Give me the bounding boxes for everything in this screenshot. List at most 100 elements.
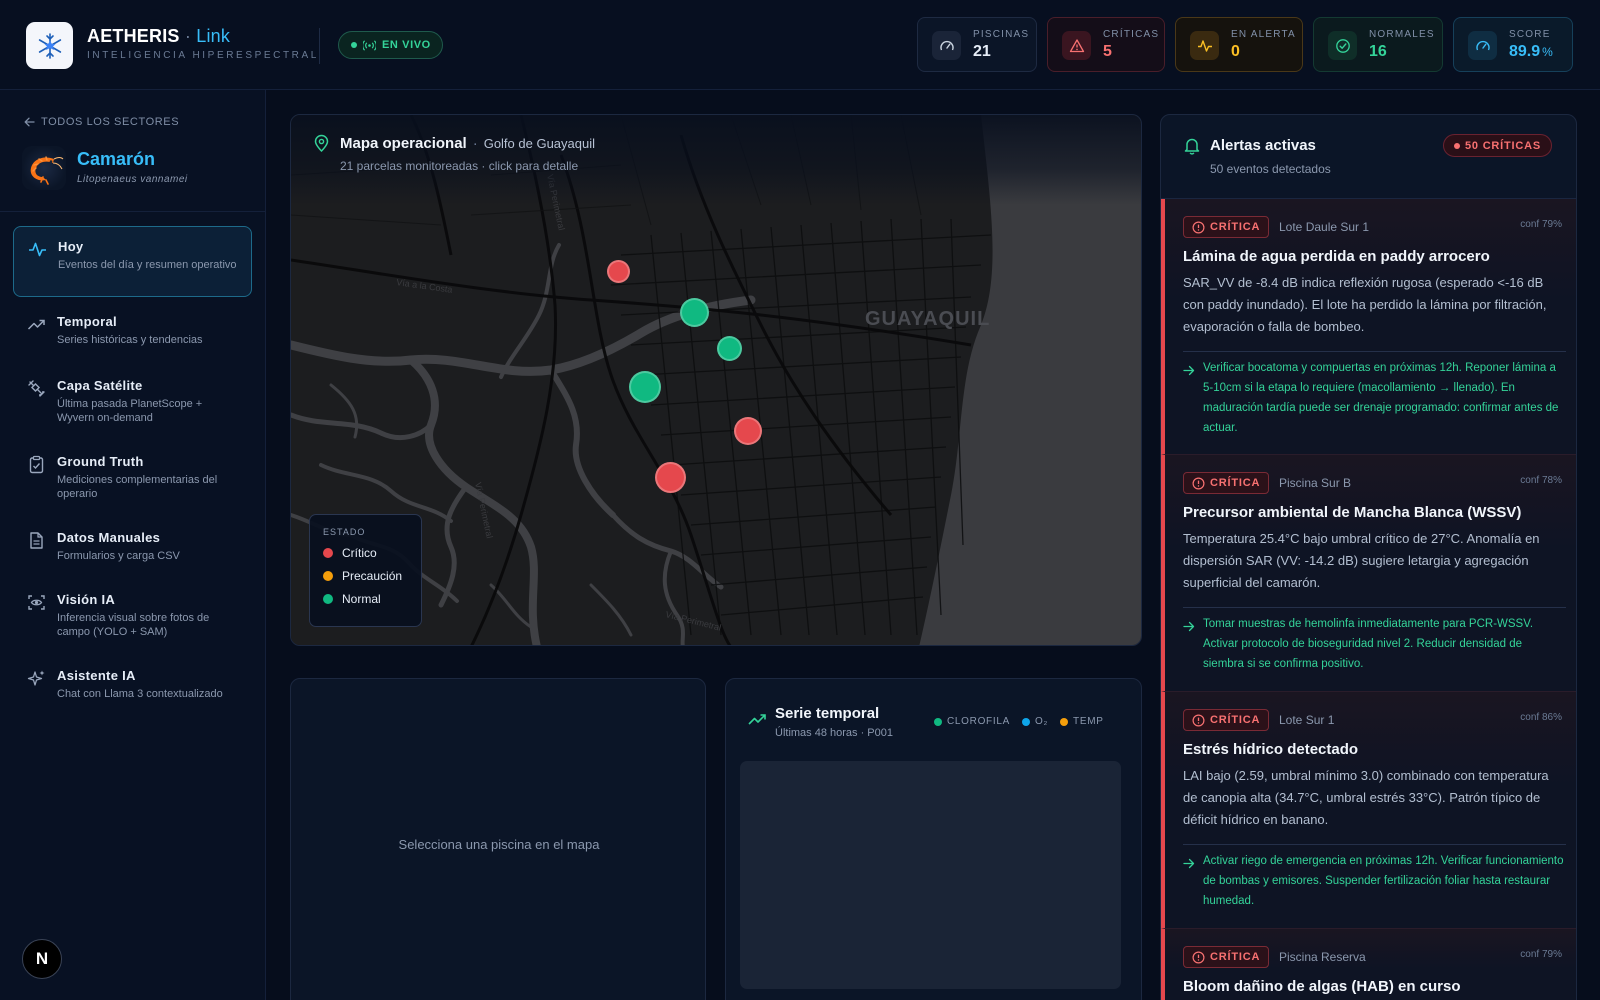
pond-marker-normal[interactable] <box>717 336 742 361</box>
alert-circle-icon <box>1192 950 1205 964</box>
brand-link-text: Link <box>196 26 231 46</box>
alert-confidence: conf 86% <box>1520 712 1562 723</box>
arrow-right-icon <box>1183 363 1195 381</box>
pond-marker-critical[interactable] <box>607 260 630 283</box>
sidebar-item-vision-ia[interactable]: Visión IA Inferencia visual sobre fotos … <box>13 580 252 650</box>
legend-swatch <box>1021 717 1030 726</box>
sidebar-item-datos-manuales[interactable]: Datos Manuales Formularios y carga CSV <box>13 518 252 576</box>
nav-title: Temporal <box>57 314 117 329</box>
arrow-left-icon <box>24 117 35 127</box>
pond-marker-normal[interactable] <box>629 371 661 403</box>
stat-en-alerta[interactable]: EN ALERTA 0 <box>1175 17 1303 72</box>
alert-location: Piscina Reserva <box>1279 950 1366 964</box>
nav-desc: Inferencia visual sobre fotos de campo (… <box>57 612 210 638</box>
pond-marker-critical[interactable] <box>734 417 762 445</box>
legend-label: Crítico <box>342 546 377 560</box>
legend-item-clorofila[interactable]: CLOROFILA <box>934 716 1010 727</box>
severity-badge: CRÍTICA <box>1183 946 1270 968</box>
legend-item-o2[interactable]: O₂ <box>1021 716 1048 727</box>
alert-card[interactable]: CRÍTICA Piscina Reserva conf 79% Bloom d… <box>1161 929 1576 1000</box>
alert-title: Estrés hídrico detectado <box>1183 741 1359 758</box>
alert-description: SAR_VV de -8.4 dB indica reflexión rugos… <box>1183 275 1547 334</box>
scan-eye-icon <box>26 592 46 612</box>
alerts-header: Alertas activas 50 eventos detectados 50… <box>1161 115 1576 199</box>
stat-piscinas[interactable]: PISCINAS 21 <box>917 17 1037 72</box>
alert-location: Lote Sur 1 <box>1279 713 1335 727</box>
map-panel[interactable]: Vía a la Costa Vía Perimetral Vía Perime… <box>290 114 1142 646</box>
alert-confidence: conf 79% <box>1520 949 1562 960</box>
pond-marker-critical[interactable] <box>655 462 686 493</box>
alert-card[interactable]: CRÍTICA Lote Sur 1 conf 86% Estrés hídri… <box>1161 692 1576 929</box>
nav-desc: Series históricas y tendencias <box>57 334 203 346</box>
alert-location: Lote Daule Sur 1 <box>1279 220 1370 234</box>
critical-count-pill[interactable]: 50 CRÍTICAS <box>1443 134 1553 157</box>
alert-title: Bloom dañino de algas (HAB) en curso <box>1183 978 1461 995</box>
alert-confidence: conf 79% <box>1520 219 1562 230</box>
nav-title: Visión IA <box>57 592 116 607</box>
back-label: TODOS LOS SECTORES <box>41 116 180 128</box>
live-dot <box>351 42 357 48</box>
alert-divider <box>1183 607 1566 608</box>
stat-label: CRÍTICAS <box>1103 29 1160 40</box>
logo[interactable] <box>26 22 73 69</box>
alert-title: Lámina de agua perdida en paddy arrocero <box>1183 248 1490 265</box>
stat-label: NORMALES <box>1369 29 1435 40</box>
legend-swatch <box>323 594 333 604</box>
map-title: Mapa operacional · Golfo de Guayaquil <box>340 135 595 152</box>
series-chart-placeholder <box>740 761 1121 989</box>
top-header: AETHERIS · Link INTELIGENCIA HIPERESPECT… <box>0 0 1600 90</box>
live-status-pill: EN VIVO <box>338 31 443 59</box>
nav-desc: Última pasada PlanetScope + Wyvern on-de… <box>57 398 203 424</box>
alert-circle-icon <box>1192 713 1205 727</box>
severity-label: CRÍTICA <box>1210 477 1261 489</box>
series-title: Serie temporal <box>775 705 880 722</box>
pulse-icon <box>1190 31 1219 60</box>
alert-title: Precursor ambiental de Mancha Blanca (WS… <box>1183 504 1522 521</box>
severity-label: CRÍTICA <box>1210 951 1261 963</box>
stat-value: 0 <box>1231 43 1240 60</box>
legend-swatch <box>323 548 333 558</box>
legend-label: CLOROFILA <box>947 716 1010 727</box>
time-series-panel: Serie temporal Últimas 48 horas · P001 C… <box>725 678 1142 1000</box>
alert-description: Temperatura 25.4°C bajo umbral crítico d… <box>1183 531 1540 590</box>
sidebar-item-ground-truth[interactable]: Ground Truth Mediciones complementarias … <box>13 442 252 512</box>
sidebar-item-temporal[interactable]: Temporal Series históricas y tendencias <box>13 302 252 364</box>
score-unit: % <box>1542 45 1553 59</box>
back-to-sectors-link[interactable]: TODOS LOS SECTORES <box>24 116 179 128</box>
live-label: EN VIVO <box>382 39 431 51</box>
warning-icon <box>1062 31 1091 60</box>
legend-swatch <box>323 571 333 581</box>
alert-card[interactable]: CRÍTICA Lote Daule Sur 1 conf 79% Lámina… <box>1161 199 1576 455</box>
file-icon <box>26 530 46 550</box>
legend-title: ESTADO <box>323 527 366 537</box>
framework-badge[interactable]: N <box>22 939 62 979</box>
sidebar-item-hoy[interactable]: Hoy Eventos del día y resumen operativo <box>13 226 252 297</box>
alerts-panel: Alertas activas 50 eventos detectados 50… <box>1160 114 1577 1000</box>
alert-recommendation: Activar riego de emergencia en próximas … <box>1203 855 1564 907</box>
stat-normales[interactable]: NORMALES 16 <box>1313 17 1443 72</box>
alert-circle-icon <box>1192 220 1205 234</box>
legend-item-precaucion: Precaución <box>323 569 421 583</box>
map-subtitle: 21 parcelas monitoreadas · click para de… <box>340 159 579 173</box>
bell-icon <box>1183 136 1201 160</box>
map-legend: ESTADO Crítico Precaución Normal <box>309 514 422 627</box>
stat-score[interactable]: SCORE 89.9% <box>1453 17 1573 72</box>
sidebar-item-capa-satelite[interactable]: Capa Satélite Última pasada PlanetScope … <box>13 366 252 436</box>
brand-dot: · <box>184 26 192 46</box>
legend-item-temp[interactable]: TEMP <box>1060 716 1104 727</box>
alert-recommendation: Verificar bocatoma y compuertas en próxi… <box>1203 362 1559 434</box>
alert-recommendation: Tomar muestras de hemolinfa inmediatamen… <box>1203 618 1534 670</box>
brand-name: AETHERIS · Link <box>87 26 230 47</box>
title-separator: · <box>472 135 478 152</box>
trend-icon <box>748 712 766 731</box>
sidebar: TODOS LOS SECTORES Camarón Litopenaeus v… <box>0 90 266 1000</box>
map-pin-icon <box>312 134 331 158</box>
stat-criticas[interactable]: CRÍTICAS 5 <box>1047 17 1165 72</box>
sidebar-item-asistente-ia[interactable]: Asistente IA Chat con Llama 3 contextual… <box>13 656 252 714</box>
pulse-icon <box>27 239 47 259</box>
alert-location: Piscina Sur B <box>1279 476 1352 490</box>
pond-marker-normal[interactable] <box>680 298 709 327</box>
alert-card[interactable]: CRÍTICA Piscina Sur B conf 78% Precursor… <box>1161 455 1576 692</box>
nav-desc: Chat con Llama 3 contextualizado <box>57 688 223 700</box>
nav-title: Hoy <box>58 239 84 254</box>
